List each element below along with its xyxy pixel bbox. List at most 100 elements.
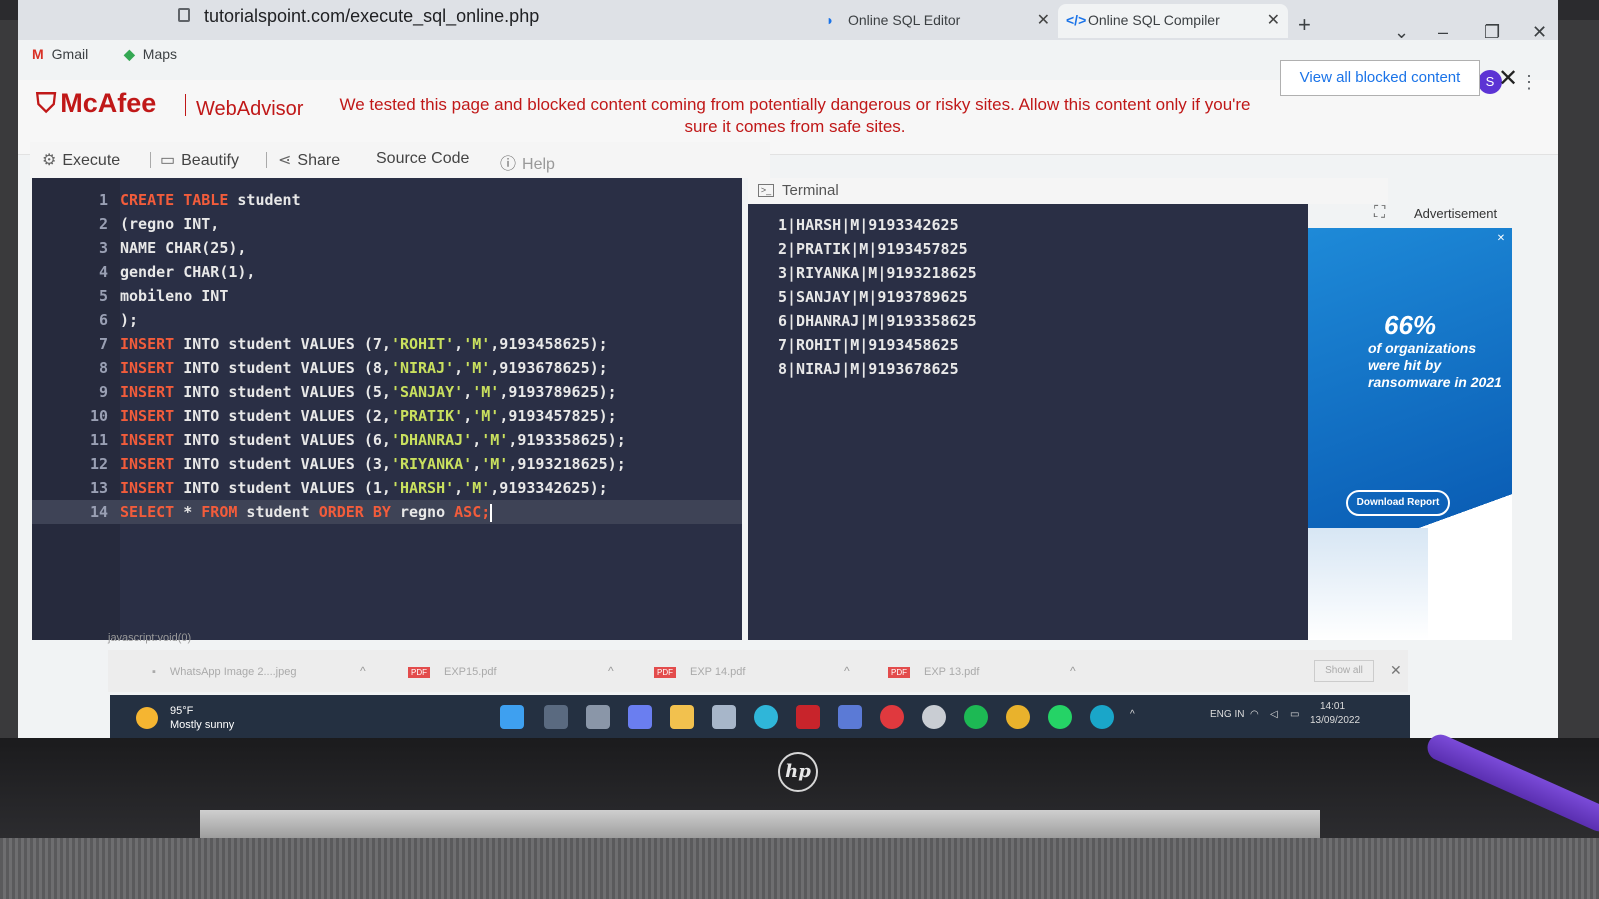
help-button[interactable]: ⓘ Help — [500, 150, 555, 174]
chevron-up-icon[interactable]: ^ — [360, 664, 366, 678]
downloads-bar: ▪ WhatsApp Image 2....jpeg ^ PDF EXP15.pdf… — [108, 650, 1408, 692]
share-button[interactable]: ⋖ Share — [278, 150, 340, 170]
code-text: INSERT INTO student VALUES (8,'NIRAJ','M… — [120, 359, 608, 377]
divider — [266, 152, 267, 168]
address-bar[interactable]: tutorialspoint.com/execute_sql_online.ph… — [204, 6, 539, 27]
code-line[interactable]: 6); — [32, 308, 742, 332]
code-line[interactable]: 9 INSERT INTO student VALUES (5,'SANJAY',… — [32, 380, 742, 404]
task-view-icon[interactable] — [586, 705, 610, 729]
terminal-title: Terminal — [782, 182, 839, 199]
volume-icon[interactable]: ◁ — [1270, 709, 1278, 720]
chevron-up-icon[interactable]: ^ — [608, 664, 614, 678]
wifi-icon[interactable]: ◠ — [1250, 709, 1259, 720]
hp-logo: hp — [778, 752, 818, 792]
view-blocked-content-button[interactable]: View all blocked content — [1280, 60, 1480, 96]
line-number: 14 — [89, 503, 108, 521]
photos-icon[interactable] — [838, 705, 862, 729]
beautify-button[interactable]: ▭ Beautify — [160, 150, 239, 170]
browser-icon[interactable] — [1090, 705, 1114, 729]
download-item[interactable]: PDF EXP 13.pdf — [888, 666, 979, 678]
edge-icon[interactable] — [754, 705, 778, 729]
line-number: 11 — [89, 431, 108, 449]
ad-text: of organizations were hit by ransomware … — [1368, 340, 1502, 390]
download-item[interactable]: PDF EXP 14.pdf — [654, 666, 745, 678]
code-text: (regno INT, — [120, 215, 220, 233]
bookmark-gmail[interactable]: M Gmail — [32, 46, 88, 62]
clock-time[interactable]: 14:01 — [1320, 701, 1345, 712]
terminal-output-line: 5|SANJAY|M|9193789625 — [778, 288, 968, 306]
mcafee-icon[interactable] — [796, 705, 820, 729]
code-line[interactable]: 4 gender CHAR(1), — [32, 260, 742, 284]
line-number: 2 — [98, 215, 108, 233]
tab-online-sql-compiler[interactable]: </> Online SQL Compiler ✕ — [1058, 4, 1288, 38]
line-number: 13 — [89, 479, 108, 497]
store-icon[interactable] — [712, 705, 736, 729]
advertisement-panel[interactable]: ✕ 66% of organizations were hit by ranso… — [1308, 228, 1512, 640]
code-text: INSERT INTO student VALUES (1,'HARSH','M… — [120, 479, 608, 497]
new-tab-button[interactable]: + — [1298, 12, 1311, 38]
code-text: mobileno INT — [120, 287, 229, 305]
execute-button[interactable]: ⚙ Execute — [42, 150, 120, 170]
tab-title: Online SQL Editor — [848, 12, 961, 28]
code-editor[interactable]: 1 CREATE TABLE student 2 (regno INT, 3 NAME C… — [32, 178, 742, 640]
chrome-icon[interactable] — [1006, 705, 1030, 729]
close-icon[interactable]: ✕ — [1498, 64, 1518, 93]
code-icon: </> — [1066, 12, 1087, 28]
mcafee-logo: ⛉ McAfee — [36, 88, 157, 118]
code-text: INSERT INTO student VALUES (2,'PRATIK','… — [120, 407, 617, 425]
chat-icon[interactable] — [628, 705, 652, 729]
ad-close-icon[interactable]: ✕ — [1494, 232, 1508, 246]
close-tab-icon[interactable]: ✕ — [1267, 10, 1280, 30]
download-item[interactable]: PDF EXP15.pdf — [408, 666, 497, 678]
code-line[interactable]: 2 (regno INT, — [32, 212, 742, 236]
gmail-icon: M — [32, 46, 44, 62]
windows-taskbar: 95°F Mostly sunny ^ ENG IN ◠ ◁ ▭ 14:01 1… — [110, 695, 1410, 739]
opera-icon[interactable] — [880, 705, 904, 729]
search-icon[interactable] — [544, 705, 568, 729]
code-line[interactable]: 12 INSERT INTO student VALUES (3,'RIYANKA… — [32, 452, 742, 476]
terminal-output-line: 8|NIRAJ|M|9193678625 — [778, 360, 959, 378]
file-explorer-icon[interactable] — [670, 705, 694, 729]
text-caret — [490, 503, 493, 522]
terminal-output-line: 7|ROHIT|M|9193458625 — [778, 336, 959, 354]
code-line[interactable]: 7 INSERT INTO student VALUES (7,'ROHIT','… — [32, 332, 742, 356]
code-line[interactable]: 11 INSERT INTO student VALUES (6,'DHANRAJ… — [32, 428, 742, 452]
code-line[interactable]: 8 INSERT INTO student VALUES (8,'NIRAJ','… — [32, 356, 742, 380]
chevron-up-icon[interactable]: ^ — [1070, 664, 1076, 678]
spotify-icon[interactable] — [964, 705, 988, 729]
code-text: ); — [120, 311, 139, 329]
code-line[interactable]: 5 mobileno INT — [32, 284, 742, 308]
clock-date[interactable]: 13/09/2022 — [1310, 715, 1360, 726]
show-all-downloads-button[interactable]: Show all — [1314, 660, 1374, 682]
pdf-icon: PDF — [888, 667, 910, 678]
app-icon[interactable] — [922, 705, 946, 729]
code-line[interactable]: 3 NAME CHAR(25), — [32, 236, 742, 260]
tab-online-sql-editor[interactable]: ◗ Online SQL Editor ✕ — [818, 4, 1058, 38]
bookmark-maps[interactable]: ◆ Maps — [124, 46, 177, 63]
line-number: 12 — [89, 455, 108, 473]
language-indicator[interactable]: ENG IN — [1210, 709, 1244, 720]
code-line-current[interactable]: 14 SELECT * FROM student ORDER BY regno A… — [32, 500, 742, 524]
image-file-icon: ▪ — [152, 666, 156, 678]
code-line[interactable]: 13 INSERT INTO student VALUES (1,'HARSH',… — [32, 476, 742, 500]
menu-icon[interactable]: ⋮ — [1520, 72, 1538, 93]
weather-temperature: 95°F — [170, 705, 194, 717]
chevron-up-icon[interactable]: ^ — [844, 664, 850, 678]
whatsapp-icon[interactable] — [1048, 705, 1072, 729]
tray-chevron-icon[interactable]: ^ — [1130, 709, 1135, 720]
download-item[interactable]: ▪ WhatsApp Image 2....jpeg — [152, 666, 296, 678]
weather-sun-icon[interactable] — [136, 707, 158, 729]
terminal-output-line: 3|RIYANKA|M|9193218625 — [778, 264, 977, 282]
close-tab-icon[interactable]: ✕ — [1037, 10, 1050, 30]
line-number: 1 — [98, 191, 108, 209]
mcafee-shield-icon: ⛉ — [36, 88, 57, 118]
code-line[interactable]: 1 CREATE TABLE student — [32, 188, 742, 212]
source-code-button[interactable]: Source Code — [376, 150, 469, 168]
download-report-button[interactable]: Download Report — [1346, 490, 1450, 516]
battery-icon[interactable]: ▭ — [1290, 709, 1299, 720]
code-line[interactable]: 10 INSERT INTO student VALUES (2,'PRATIK'… — [32, 404, 742, 428]
windows-start-icon[interactable] — [500, 705, 524, 729]
close-icon[interactable]: ✕ — [1390, 662, 1402, 679]
fullscreen-icon[interactable]: ⛶ — [1374, 204, 1385, 222]
editor-toolbar: ⚙ Execute ▭ Beautify ⋖ Share Source Code ⓘ H… — [30, 142, 770, 178]
